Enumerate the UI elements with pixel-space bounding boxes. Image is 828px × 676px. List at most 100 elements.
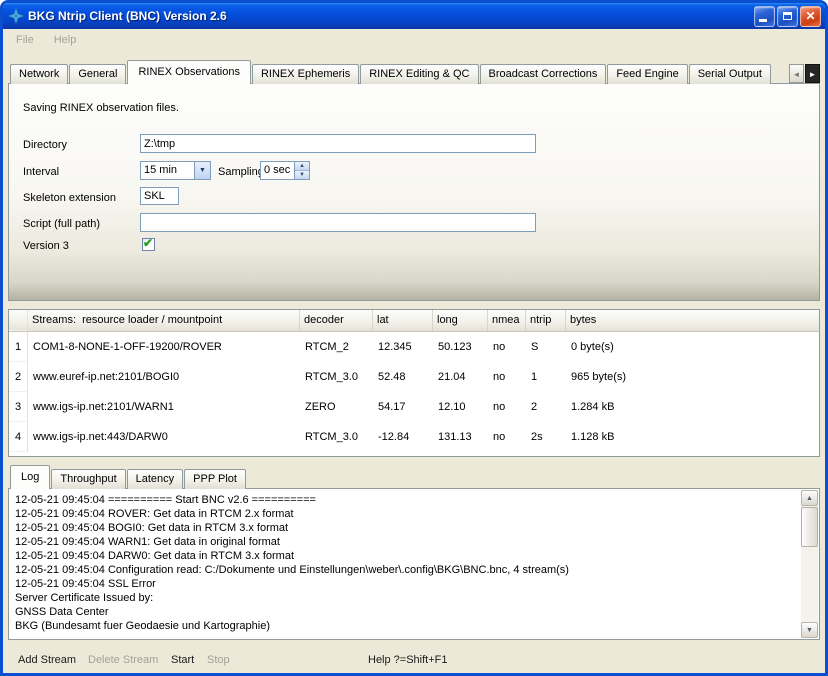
header-nmea: nmea — [488, 310, 526, 331]
settings-tab-bar: Network General RINEX Observations RINEX… — [8, 60, 820, 84]
maximize-button[interactable] — [777, 6, 798, 27]
client-area: Network General RINEX Observations RINEX… — [3, 60, 825, 673]
tab-broadcast-corrections[interactable]: Broadcast Corrections — [480, 64, 607, 84]
cell-bytes: 0 byte(s) — [566, 341, 819, 353]
scroll-down-button[interactable]: ▼ — [801, 622, 818, 638]
header-ntrip: ntrip — [526, 310, 566, 331]
cell-nmea: no — [488, 341, 526, 353]
table-row[interactable]: 2 www.euref-ip.net:2101/BOGI0 RTCM_3.0 5… — [9, 362, 819, 392]
cell-decoder: RTCM_3.0 — [300, 371, 373, 383]
cell-lat: 54.17 — [373, 401, 433, 413]
version3-checkbox[interactable]: ✔ — [142, 238, 155, 251]
log-line: 12-05-21 09:45:04 SSL Error — [15, 577, 795, 591]
chevron-down-icon[interactable]: ▼ — [194, 162, 210, 179]
close-button[interactable]: ✕ — [800, 6, 821, 27]
interval-label: Interval — [23, 166, 59, 178]
cell-long: 131.13 — [433, 431, 488, 443]
sampling-stepper[interactable]: 0 sec ▲ ▼ — [260, 161, 310, 180]
menu-file[interactable]: File — [10, 32, 40, 48]
cell-nmea: no — [488, 371, 526, 383]
check-icon: ✔ — [143, 238, 153, 249]
app-icon — [8, 8, 24, 24]
spin-up-icon[interactable]: ▲ — [295, 162, 309, 171]
cell-decoder: RTCM_3.0 — [300, 431, 373, 443]
cell-ntrip: S — [526, 341, 566, 353]
tab-network[interactable]: Network — [10, 64, 68, 84]
header-mountpoint: Streams: resource loader / mountpoint — [28, 310, 300, 331]
start-button[interactable]: Start — [171, 654, 194, 666]
window-title: BKG Ntrip Client (BNC) Version 2.6 — [28, 9, 752, 23]
tab-scroll-right-button[interactable]: ► — [805, 64, 820, 83]
sampling-value: 0 sec — [261, 162, 294, 179]
scroll-up-button[interactable]: ▲ — [801, 490, 818, 506]
tab-feed-engine[interactable]: Feed Engine — [607, 64, 687, 84]
cell-long: 21.04 — [433, 371, 488, 383]
cell-ntrip: 1 — [526, 371, 566, 383]
cell-lat: -12.84 — [373, 431, 433, 443]
cell-long: 50.123 — [433, 341, 488, 353]
tab-scroll-left-button[interactable]: ◄ — [789, 64, 804, 83]
window: BKG Ntrip Client (BNC) Version 2.6 ✕ Fil… — [0, 0, 828, 676]
cell-long: 12.10 — [433, 401, 488, 413]
table-row[interactable]: 3 www.igs-ip.net:2101/WARN1 ZERO 54.17 1… — [9, 392, 819, 422]
delete-stream-button[interactable]: Delete Stream — [88, 654, 158, 666]
cell-mountpoint: www.igs-ip.net:2101/WARN1 — [28, 401, 300, 413]
arrow-down-icon: ▼ — [806, 627, 813, 634]
row-number: 4 — [9, 422, 28, 452]
tab-rinex-editing-qc[interactable]: RINEX Editing & QC — [360, 64, 478, 84]
streams-table: Streams: resource loader / mountpoint de… — [8, 309, 820, 457]
tab-throughput[interactable]: Throughput — [51, 469, 125, 489]
cell-bytes: 1.128 kB — [566, 431, 819, 443]
minimize-button[interactable] — [754, 6, 775, 27]
cell-nmea: no — [488, 401, 526, 413]
cell-nmea: no — [488, 431, 526, 443]
tab-serial-output[interactable]: Serial Output — [689, 64, 771, 84]
cell-ntrip: 2 — [526, 401, 566, 413]
cell-bytes: 1.284 kB — [566, 401, 819, 413]
header-decoder: decoder — [300, 310, 373, 331]
cell-lat: 52.48 — [373, 371, 433, 383]
cell-decoder: RTCM_2 — [300, 341, 373, 353]
log-line: Server Certificate Issued by: — [15, 591, 795, 605]
script-input[interactable] — [140, 213, 536, 232]
log-line: 12-05-21 09:45:04 BOGI0: Get data in RTC… — [15, 521, 795, 535]
table-row[interactable]: 4 www.igs-ip.net:443/DARW0 RTCM_3.0 -12.… — [9, 422, 819, 452]
skeleton-extension-input[interactable] — [140, 187, 179, 205]
tab-scrollers: ◄ ► — [788, 64, 820, 83]
action-bar: Add Stream Delete Stream Start Stop Help… — [8, 651, 820, 673]
tab-log[interactable]: Log — [10, 465, 50, 489]
spin-down-icon[interactable]: ▼ — [295, 171, 309, 179]
log-line: 12-05-21 09:45:04 DARW0: Get data in RTC… — [15, 549, 795, 563]
cell-ntrip: 2s — [526, 431, 566, 443]
version3-label: Version 3 — [23, 240, 69, 252]
menu-help[interactable]: Help — [48, 32, 83, 48]
add-stream-button[interactable]: Add Stream — [18, 654, 76, 666]
cell-lat: 12.345 — [373, 341, 433, 353]
cell-mountpoint: www.igs-ip.net:443/DARW0 — [28, 431, 300, 443]
tab-rinex-ephemeris[interactable]: RINEX Ephemeris — [252, 64, 359, 84]
log-line: 12-05-21 09:45:04 ROVER: Get data in RTC… — [15, 507, 795, 521]
streams-table-header: Streams: resource loader / mountpoint de… — [9, 310, 819, 332]
directory-label: Directory — [23, 139, 67, 151]
stop-button[interactable]: Stop — [207, 654, 230, 666]
arrow-up-icon: ▲ — [806, 495, 813, 502]
log-scrollbar[interactable]: ▲ ▼ — [801, 490, 818, 638]
row-number: 3 — [9, 392, 28, 422]
tab-latency[interactable]: Latency — [127, 469, 184, 489]
tab-general[interactable]: General — [69, 64, 126, 84]
panel-description: Saving RINEX observation files. — [23, 102, 179, 114]
interval-select[interactable]: 15 min ▼ — [140, 161, 211, 180]
header-long: long — [433, 310, 488, 331]
header-row-number — [9, 310, 28, 331]
log-line: 12-05-21 09:45:04 Configuration read: C:… — [15, 563, 795, 577]
cell-mountpoint: COM1-8-NONE-1-OFF-19200/ROVER — [28, 341, 300, 353]
table-row[interactable]: 1 COM1-8-NONE-1-OFF-19200/ROVER RTCM_2 1… — [9, 332, 819, 362]
script-label: Script (full path) — [23, 218, 100, 230]
tab-ppp-plot[interactable]: PPP Plot — [184, 469, 246, 489]
help-hint: Help ?=Shift+F1 — [368, 654, 448, 666]
tab-rinex-observations[interactable]: RINEX Observations — [127, 60, 250, 84]
directory-input[interactable] — [140, 134, 536, 153]
scroll-thumb[interactable] — [801, 507, 818, 547]
row-number: 2 — [9, 362, 28, 392]
skeleton-extension-label: Skeleton extension — [23, 192, 116, 204]
